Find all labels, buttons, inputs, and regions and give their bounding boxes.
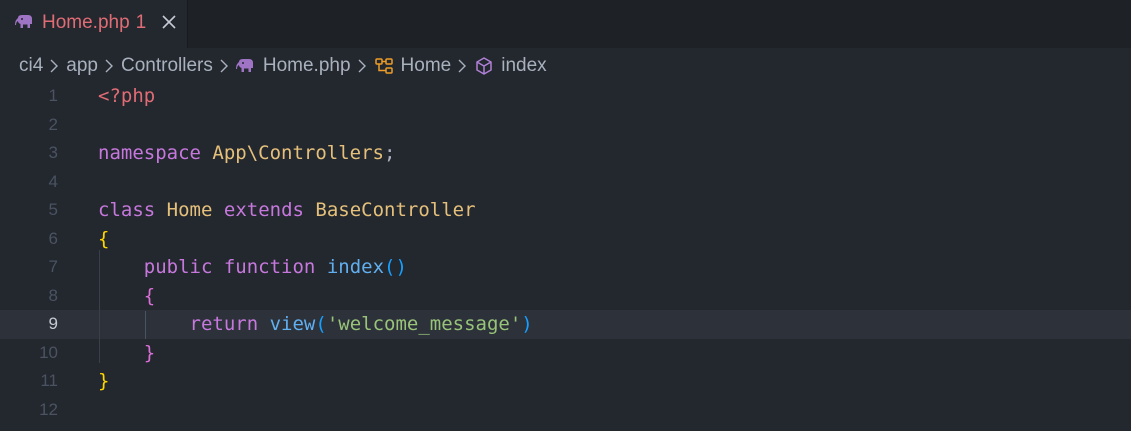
code-line[interactable]: 6{ bbox=[0, 225, 1131, 254]
line-number: 7 bbox=[48, 257, 58, 276]
breadcrumb-label: Home bbox=[400, 55, 452, 76]
breadcrumb-label: ci4 bbox=[19, 55, 44, 76]
chevron-right-icon bbox=[50, 59, 59, 73]
code-token: namespace bbox=[98, 142, 201, 164]
line-source: class Home extends BaseController bbox=[98, 196, 476, 225]
line-number: 8 bbox=[48, 285, 58, 305]
breadcrumb-item-ci4[interactable]: ci4 bbox=[19, 55, 43, 77]
line-number: 11 bbox=[40, 371, 58, 390]
code-token: function bbox=[223, 256, 316, 278]
line-source: return view('welcome_message') bbox=[98, 310, 533, 339]
code-line[interactable]: 10 } bbox=[0, 339, 1131, 368]
line-number: 10 bbox=[39, 342, 58, 362]
line-number: 12 bbox=[39, 399, 58, 419]
code-line[interactable]: 3 namespace App\Controllers; bbox=[0, 139, 1131, 168]
breadcrumb-item-home-class[interactable]: Home bbox=[374, 55, 452, 77]
code-token: ; bbox=[384, 142, 396, 164]
code-token: index bbox=[326, 256, 385, 278]
chevron-right-icon bbox=[220, 59, 228, 73]
code-token: { bbox=[98, 227, 110, 250]
code-line[interactable]: 12 bbox=[0, 396, 1131, 425]
line-source: { bbox=[98, 282, 155, 311]
code-line[interactable]: 9 return view('welcome_message') bbox=[0, 310, 1131, 339]
chevron-right-icon bbox=[458, 59, 467, 73]
line-source: } bbox=[98, 339, 155, 368]
indent-guide bbox=[99, 250, 100, 363]
tab-problem-count: 1 bbox=[135, 12, 147, 33]
class-icon bbox=[374, 58, 393, 74]
line-source: } bbox=[98, 367, 109, 396]
php-elephant-icon bbox=[235, 59, 253, 72]
breadcrumb-label: index bbox=[501, 55, 547, 76]
breadcrumb-item-index-method[interactable]: index bbox=[474, 55, 547, 77]
code-token: return bbox=[189, 313, 259, 335]
code-token: } bbox=[98, 370, 110, 392]
code-area[interactable]: 1 <?php 2 3 namespace App\Controllers; 4 5 clas… bbox=[0, 82, 1131, 424]
code-token: BaseController bbox=[315, 199, 476, 221]
code-line[interactable]: 2 bbox=[0, 111, 1131, 140]
code-line[interactable]: 7 public function index() bbox=[0, 253, 1131, 282]
line-number: 4 bbox=[48, 171, 58, 191]
line-number: 2 bbox=[48, 114, 58, 134]
breadcrumb: ci4 app Controllers Home.php Home index bbox=[19, 52, 547, 80]
code-token: ) bbox=[521, 313, 533, 335]
code-token: } bbox=[143, 341, 156, 364]
code-line[interactable]: 4 bbox=[0, 168, 1131, 197]
code-token: ( bbox=[315, 313, 327, 335]
code-line[interactable]: 1 <?php bbox=[0, 82, 1131, 111]
indent-guide bbox=[145, 311, 146, 339]
tab-label: Home.php 1 bbox=[42, 11, 146, 35]
breadcrumb-label: Controllers bbox=[121, 55, 213, 76]
code-token: Home bbox=[166, 199, 213, 221]
breadcrumb-item-controllers[interactable]: Controllers bbox=[121, 55, 213, 77]
line-number: 1 bbox=[48, 86, 58, 105]
code-editor[interactable]: Home.php1 ci4 app Controllers Home.php bbox=[0, 0, 1131, 431]
chevron-right-icon bbox=[358, 59, 366, 73]
code-line[interactable]: 5 class Home extends BaseController bbox=[0, 196, 1131, 225]
line-number: 3 bbox=[48, 143, 58, 162]
breadcrumb-item-app[interactable]: app bbox=[66, 55, 98, 77]
code-token: public bbox=[143, 256, 213, 278]
code-token: extends bbox=[223, 199, 304, 221]
line-number: 9 bbox=[48, 314, 58, 333]
php-elephant-icon bbox=[15, 15, 32, 28]
breadcrumb-item-home-php[interactable]: Home.php bbox=[235, 55, 351, 77]
line-source: { bbox=[98, 225, 109, 254]
code-token: App\Controllers bbox=[212, 142, 384, 164]
close-icon[interactable] bbox=[161, 14, 177, 30]
code-token: <?php bbox=[98, 85, 156, 107]
line-source: public function index() bbox=[98, 253, 407, 282]
line-number: 6 bbox=[48, 228, 58, 248]
code-token: class bbox=[98, 199, 156, 221]
code-line[interactable]: 8 { bbox=[0, 282, 1131, 311]
tab-bar: Home.php 1 bbox=[0, 0, 1131, 48]
method-cube-icon bbox=[476, 57, 492, 75]
tab-home-php[interactable]: Home.php 1 bbox=[0, 0, 188, 48]
chevron-right-icon bbox=[105, 59, 113, 73]
tab-filename: Home.php bbox=[42, 12, 130, 33]
code-line[interactable]: 11} bbox=[0, 367, 1131, 396]
code-token: { bbox=[143, 284, 156, 307]
line-number: 5 bbox=[48, 200, 58, 219]
breadcrumb-label: Home.php bbox=[262, 55, 351, 76]
code-token: view bbox=[269, 313, 316, 335]
line-source: namespace App\Controllers; bbox=[98, 139, 395, 168]
line-source: <?php bbox=[98, 82, 155, 111]
breadcrumb-label: app bbox=[66, 55, 98, 76]
code-token: () bbox=[384, 256, 407, 278]
code-token: 'welcome_message' bbox=[326, 313, 522, 335]
